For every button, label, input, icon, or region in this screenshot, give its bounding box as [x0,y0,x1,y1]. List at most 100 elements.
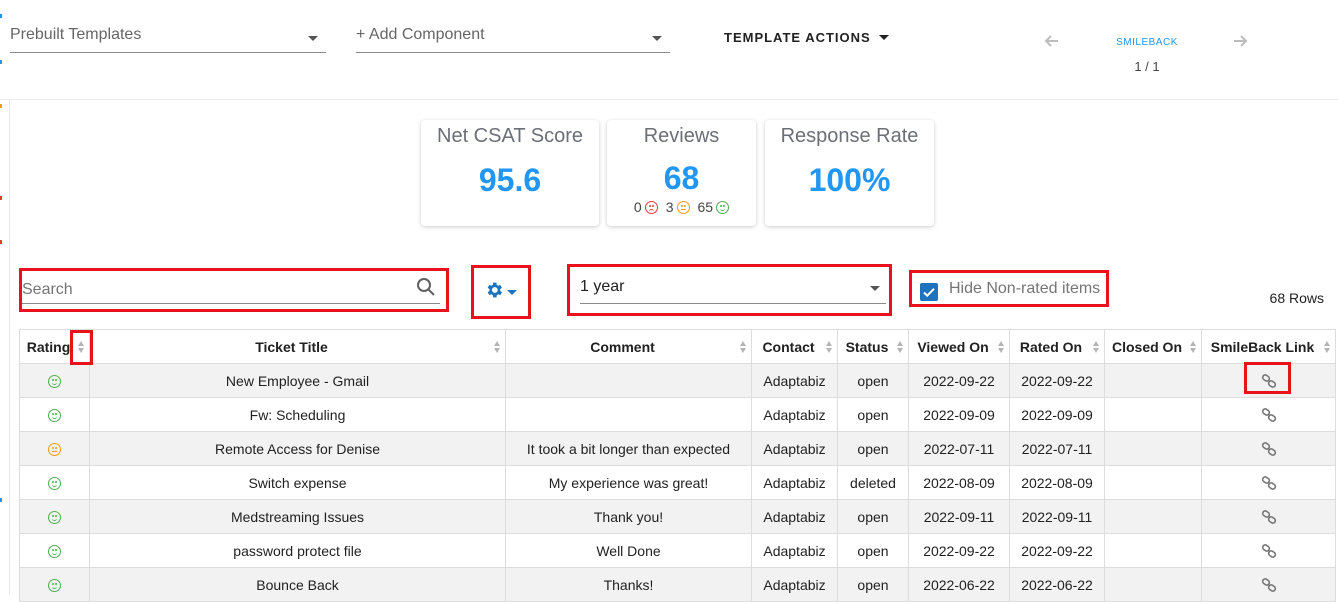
column-header-ticket-title[interactable]: Ticket Title [89,329,506,364]
table-row[interactable]: New Employee - Gmail Adaptabiz open 2022-09… [19,363,1336,398]
sort-icon[interactable] [1324,341,1331,354]
column-header-label: Ticket Title [255,338,328,355]
cell-ticket-title: Medstreaming Issues [89,499,506,534]
column-header-rated-on[interactable]: Rated On [1009,329,1105,364]
hide-nonrated-checkbox[interactable] [920,283,938,301]
column-header-comment[interactable]: Comment [505,329,752,364]
chevron-down-icon [652,36,662,41]
table-row[interactable]: Switch expense My experience was great! Ad… [19,465,1336,500]
sort-icon[interactable] [740,341,747,354]
cell-rating [19,499,90,534]
cell-rated-on: 2022-09-22 [1009,363,1105,398]
happy-face-icon [48,477,61,491]
cell-status: open [837,397,909,432]
pager-title[interactable]: SMILEBACK [1100,37,1194,48]
cell-status: open [837,363,909,398]
cell-ticket-title: Switch expense [89,465,506,500]
column-header-label: Rating [26,338,71,355]
cell-ticket-title: New Employee - Gmail [89,363,506,398]
arrow-left-icon[interactable] [1043,33,1061,51]
response-rate-card: Response Rate 100% [765,120,934,226]
hide-nonrated-label: Hide Non-rated items [949,280,1101,297]
cell-contact: Adaptabiz [751,431,838,466]
arrow-right-icon[interactable] [1231,33,1249,51]
table-row[interactable]: Medstreaming Issues Thank you! Adaptabiz op… [19,499,1336,534]
link-icon[interactable] [1261,509,1277,525]
happy-face-icon [48,409,61,423]
highlight-box [1244,362,1291,394]
cell-contact: Adaptabiz [751,397,838,432]
cell-status: open [837,499,909,534]
cell-status: deleted [837,465,909,500]
prebuilt-templates-label: Prebuilt Templates [10,26,142,43]
cell-viewed-on: 2022-09-09 [908,397,1010,432]
cell-rated-on: 2022-06-22 [1009,567,1105,602]
template-actions-button[interactable]: TEMPLATE ACTIONS [724,30,889,45]
cell-smileback-link [1201,533,1336,568]
cell-rated-on: 2022-08-09 [1009,465,1105,500]
column-header-label: Contact [762,338,815,355]
sort-icon[interactable] [897,341,904,354]
link-icon[interactable] [1261,441,1277,457]
period-select[interactable]: 1 year [580,276,886,304]
card-value: 68 [663,160,700,196]
chevron-down-icon [870,286,880,291]
column-header-status[interactable]: Status [837,329,909,364]
column-header-label: Closed On [1111,338,1182,355]
column-header-contact[interactable]: Contact [751,329,838,364]
neutral-count: 3 [665,199,674,215]
cell-viewed-on: 2022-09-22 [908,363,1010,398]
column-header-closed-on[interactable]: Closed On [1104,329,1202,364]
rows-count: 68 Rows [1269,290,1324,306]
prebuilt-templates-select[interactable]: Prebuilt Templates [10,26,326,53]
column-header-label: Comment [590,338,655,355]
cell-smileback-link [1201,397,1336,432]
column-settings-button[interactable] [484,280,524,304]
cell-closed-on [1104,465,1202,500]
cell-contact: Adaptabiz [751,567,838,602]
sort-icon[interactable] [494,341,501,354]
sort-icon[interactable] [998,341,1005,354]
sort-icon[interactable] [1093,341,1100,354]
link-icon[interactable] [1261,543,1277,559]
cell-viewed-on: 2022-07-11 [908,431,1010,466]
column-header-viewed-on[interactable]: Viewed On [908,329,1010,364]
card-value: 100% [808,162,891,198]
cell-viewed-on: 2022-09-22 [908,533,1010,568]
column-header-label: Viewed On [917,338,989,355]
cell-status: open [837,567,909,602]
cell-rated-on: 2022-09-09 [1009,397,1105,432]
cell-rating [19,465,90,500]
cell-rated-on: 2022-09-22 [1009,533,1105,568]
net-csat-card: Net CSAT Score 95.6 [421,120,599,226]
table-row[interactable]: Bounce Back Thanks! Adaptabiz open 2022-06-2… [19,567,1336,602]
link-icon[interactable] [1261,475,1277,491]
cell-closed-on [1104,567,1202,602]
add-component-select[interactable]: + Add Component [356,26,670,53]
cell-closed-on [1104,431,1202,466]
table-row[interactable]: Remote Access for Denise It took a bit lo… [19,431,1336,466]
search-icon[interactable] [416,277,436,297]
cell-closed-on [1104,499,1202,534]
cell-closed-on [1104,533,1202,568]
cell-smileback-link [1201,567,1336,602]
cell-comment [505,397,752,432]
sort-icon[interactable] [1190,341,1197,354]
cell-contact: Adaptabiz [751,465,838,500]
link-icon[interactable] [1261,577,1277,593]
cell-status: open [837,431,909,466]
review-breakdown: 0 3 65 [607,199,756,215]
cell-viewed-on: 2022-06-22 [908,567,1010,602]
cell-comment: Thanks! [505,567,752,602]
cell-rating [19,363,90,398]
column-header-smileback-link[interactable]: SmileBack Link [1201,329,1336,364]
table-row[interactable]: Fw: Scheduling Adaptabiz open 2022-09-09 202… [19,397,1336,432]
search-input[interactable] [22,276,440,304]
sort-icon[interactable] [826,341,833,354]
link-icon[interactable] [1261,407,1277,423]
gear-icon [484,280,504,305]
column-header-label: SmileBack Link [1210,338,1315,355]
cell-rating [19,431,90,466]
table-row[interactable]: password protect file Well Done Adaptabiz o… [19,533,1336,568]
cell-smileback-link [1201,499,1336,534]
